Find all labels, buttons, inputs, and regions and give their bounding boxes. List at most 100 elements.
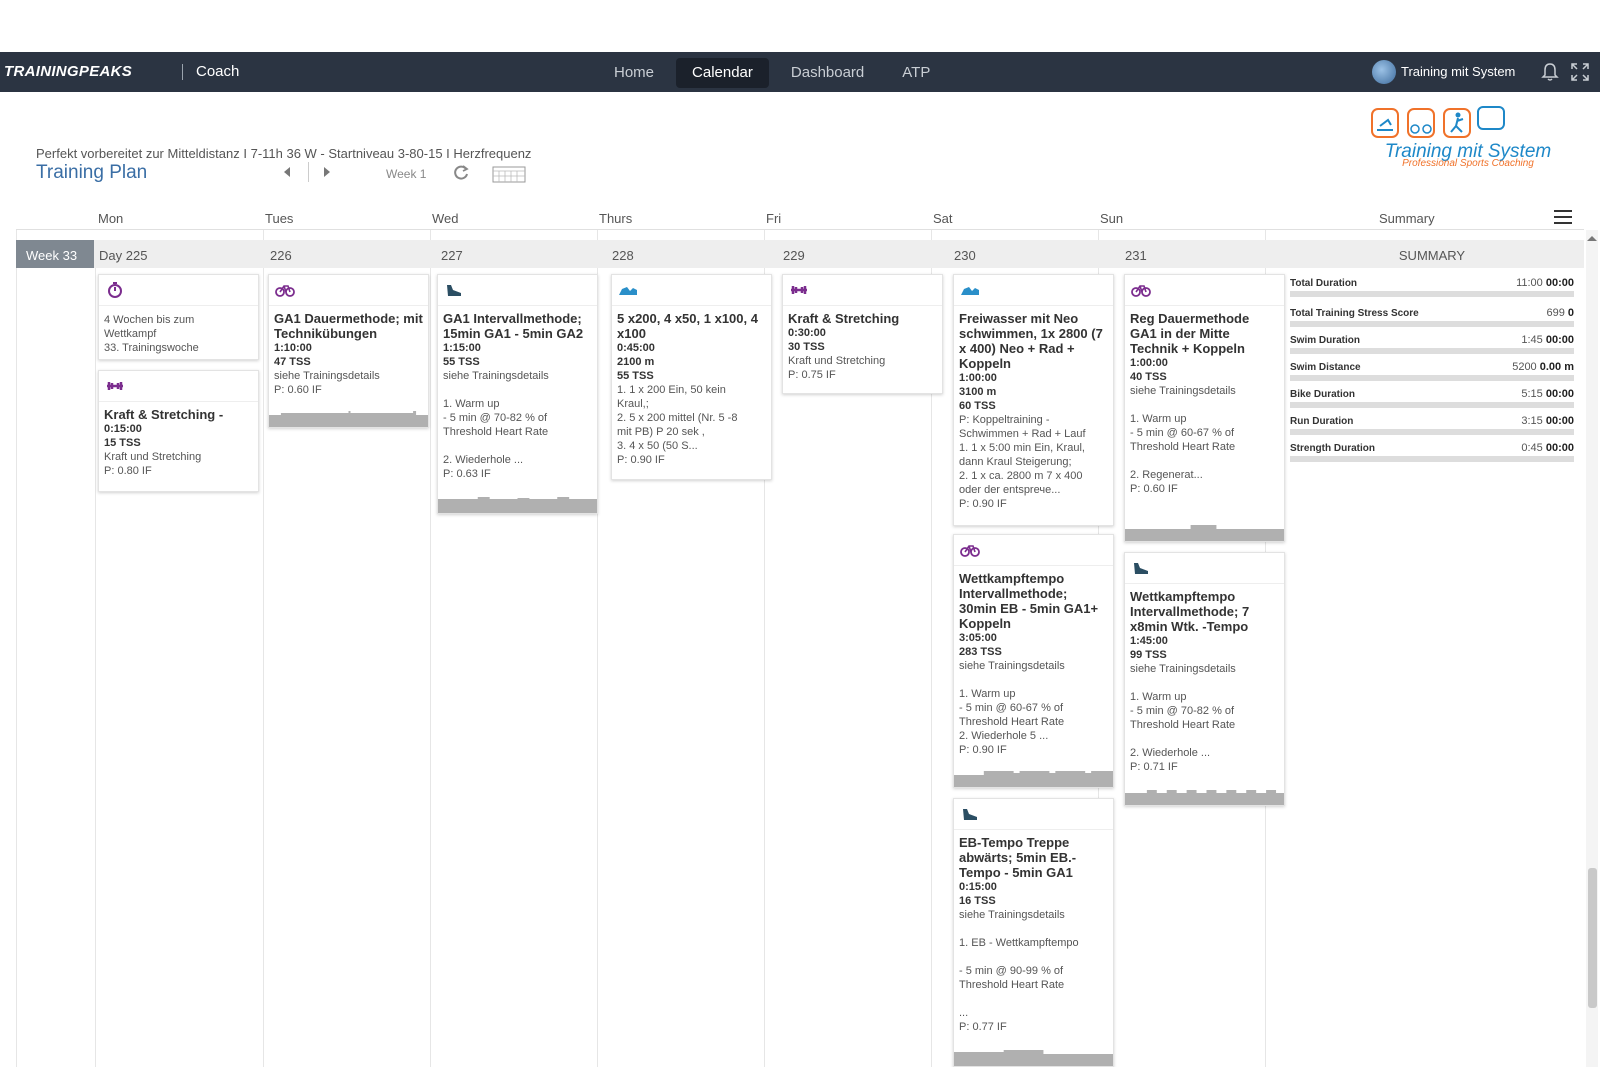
card-body: 4 Wochen bis zum Wettkampf 33. Trainings… bbox=[104, 313, 253, 355]
run-shoe-icon bbox=[447, 285, 461, 296]
workout-title: Wettkampftempo Intervallmethode; 7 x8min… bbox=[1130, 589, 1250, 634]
scroll-up-arrow[interactable] bbox=[1587, 236, 1597, 241]
workout-if: P: 0.90 IF bbox=[959, 498, 1007, 510]
card-divider bbox=[99, 401, 258, 402]
planned-value: 5:15 bbox=[1521, 388, 1543, 400]
workout-intensity-graph bbox=[269, 411, 428, 427]
workout-card-run[interactable]: EB-Tempo Treppe abwärts; 5min EB.-Tempo … bbox=[953, 798, 1114, 1067]
summary-label: Swim Duration bbox=[1290, 335, 1361, 346]
grid-line bbox=[16, 230, 17, 1067]
card-body: GA1 Dauermethode; mit Technikübungen 1:1… bbox=[274, 311, 423, 397]
workout-intensity-graph bbox=[438, 497, 597, 513]
next-week-button[interactable] bbox=[324, 167, 330, 177]
summary-value: 3:15 00:00 bbox=[1521, 415, 1574, 427]
scrollbar-thumb[interactable] bbox=[1588, 868, 1597, 1008]
swim-icon bbox=[619, 287, 637, 295]
bike-icon bbox=[1131, 285, 1151, 297]
workout-detail: 2. Regenerat... bbox=[1130, 469, 1203, 481]
grid-line bbox=[95, 268, 96, 1067]
tab-calendar[interactable]: Calendar bbox=[676, 58, 769, 88]
actual-value: 00:00 bbox=[1545, 388, 1574, 400]
summary-row-strength-duration: Strength Duration 0:45 00:00 bbox=[1290, 442, 1574, 469]
dumbbell-icon bbox=[107, 382, 123, 390]
workout-duration: 0:15:00 bbox=[104, 423, 142, 435]
fullscreen-icon[interactable] bbox=[1570, 62, 1590, 82]
week-badge[interactable]: Week 33 bbox=[16, 240, 94, 268]
summary-title: SUMMARY bbox=[1398, 248, 1466, 263]
workout-title: Kraft & Stretching bbox=[788, 311, 900, 326]
workout-card-swim[interactable]: Freiwasser mit Neo schwimmen, 1x 2800 (7… bbox=[953, 274, 1114, 526]
workout-detail: 1. 1 x 200 Ein, 50 kein Kraul,; 2. 5 x 2… bbox=[617, 384, 738, 452]
day-header-row: Mon Tues Wed Thurs Fri Sat Sun Summary bbox=[16, 204, 1584, 230]
day-header-sun: Sun bbox=[1100, 211, 1124, 226]
calendar-icon[interactable] bbox=[492, 165, 526, 183]
workout-duration: 3:05:00 bbox=[959, 632, 997, 644]
prev-week-button[interactable] bbox=[284, 167, 290, 177]
user-name[interactable]: Training mit System bbox=[1401, 64, 1515, 79]
workout-intensity-graph bbox=[954, 1050, 1113, 1066]
bell-icon[interactable] bbox=[1540, 62, 1560, 82]
card-divider bbox=[954, 565, 1113, 566]
summary-value: 699 0 bbox=[1546, 307, 1574, 319]
workout-if: P: 0.60 IF bbox=[1130, 483, 1178, 495]
workout-card-bike[interactable]: Wettkampftempo Intervallmethode; 30min E… bbox=[953, 534, 1114, 788]
tab-home[interactable]: Home bbox=[598, 58, 670, 88]
summary-label: Strength Duration bbox=[1290, 443, 1375, 454]
summary-value: 0:45 00:00 bbox=[1521, 442, 1574, 454]
workout-detail: 1. Warm up - 5 min @ 70-82 % of Threshol… bbox=[443, 398, 549, 438]
day-number-sun: 231 bbox=[1125, 248, 1147, 263]
note-line: 4 Wochen bis zum bbox=[104, 314, 195, 326]
day-number-wed: 227 bbox=[441, 248, 463, 263]
workout-card-strength[interactable]: Kraft & Stretching 0:30:00 30 TSS Kraft … bbox=[782, 274, 943, 394]
workout-title: EB-Tempo Treppe abwärts; 5min EB.-Tempo … bbox=[959, 835, 1077, 880]
workout-duration: 1:15:00 bbox=[443, 342, 481, 354]
summary-header: Summary bbox=[1379, 211, 1435, 226]
workout-card-swim[interactable]: 5 x200, 4 x50, 1 x100, 4 x100 0:45:00 21… bbox=[611, 274, 772, 480]
workout-tss: 47 TSS bbox=[274, 356, 311, 368]
workout-duration: 1:10:00 bbox=[274, 342, 312, 354]
card-divider bbox=[438, 305, 597, 306]
workout-card-strength[interactable]: Kraft & Stretching - 0:15:00 15 TSS Kraf… bbox=[98, 370, 259, 492]
workout-detail: 2. Wiederhole ... bbox=[443, 454, 524, 466]
workout-card-run[interactable]: GA1 Intervallmethode; 15min GA1 - 5min G… bbox=[437, 274, 598, 514]
actual-value: 00:00 bbox=[1545, 415, 1574, 427]
card-body: Wettkampftempo Intervallmethode; 30min E… bbox=[959, 571, 1108, 757]
workout-detail: ... bbox=[959, 1007, 969, 1019]
tab-dashboard[interactable]: Dashboard bbox=[775, 58, 880, 88]
workout-detail: - 5 min @ 90-99 % of Threshold Heart Rat… bbox=[959, 965, 1065, 991]
workout-duration: 0:45:00 bbox=[617, 342, 655, 354]
brand-logo[interactable]: TRAININGPEAKS bbox=[4, 63, 132, 80]
workout-card-run[interactable]: Wettkampftempo Intervallmethode; 7 x8min… bbox=[1124, 552, 1285, 806]
tab-atp[interactable]: ATP bbox=[886, 58, 946, 88]
user-avatar[interactable] bbox=[1372, 60, 1396, 84]
summary-value: 11:00 00:00 bbox=[1516, 277, 1574, 289]
workout-card-note[interactable]: 4 Wochen bis zum Wettkampf 33. Trainings… bbox=[98, 274, 259, 360]
workout-intensity-graph bbox=[1125, 790, 1284, 805]
top-nav-bar: TRAININGPEAKS Coach Home Calendar Dashbo… bbox=[0, 52, 1600, 92]
run-shoe-icon bbox=[1134, 563, 1148, 574]
card-divider bbox=[1125, 305, 1284, 306]
logo-tagline: Professional Sports Coaching bbox=[1402, 158, 1534, 169]
workout-card-bike[interactable]: Reg Dauermethode GA1 in der Mitte Techni… bbox=[1124, 274, 1285, 542]
workout-if: P: 0.80 IF bbox=[104, 465, 152, 477]
workout-if: P: 0.75 IF bbox=[788, 369, 836, 381]
bike-icon bbox=[960, 545, 980, 557]
workout-detail: 1. Warm up - 5 min @ 70-82 % of Threshol… bbox=[1130, 691, 1236, 731]
workout-duration: 1:45:00 bbox=[1130, 635, 1168, 647]
card-body: GA1 Intervallmethode; 15min GA1 - 5min G… bbox=[443, 311, 592, 481]
day-number-tue: 226 bbox=[270, 248, 292, 263]
workout-detail: 1. Warm up - 5 min @ 60-67 % of Threshol… bbox=[959, 688, 1065, 742]
hamburger-menu-icon[interactable] bbox=[1554, 210, 1572, 224]
run-shoe-icon bbox=[963, 809, 977, 820]
refresh-icon[interactable] bbox=[452, 164, 470, 182]
workout-card-bike[interactable]: GA1 Dauermethode; mit Technikübungen 1:1… bbox=[268, 274, 429, 428]
workout-tss: 60 TSS bbox=[959, 400, 996, 412]
day-header-fri: Fri bbox=[766, 211, 782, 226]
day-number-fri: 229 bbox=[783, 248, 805, 263]
